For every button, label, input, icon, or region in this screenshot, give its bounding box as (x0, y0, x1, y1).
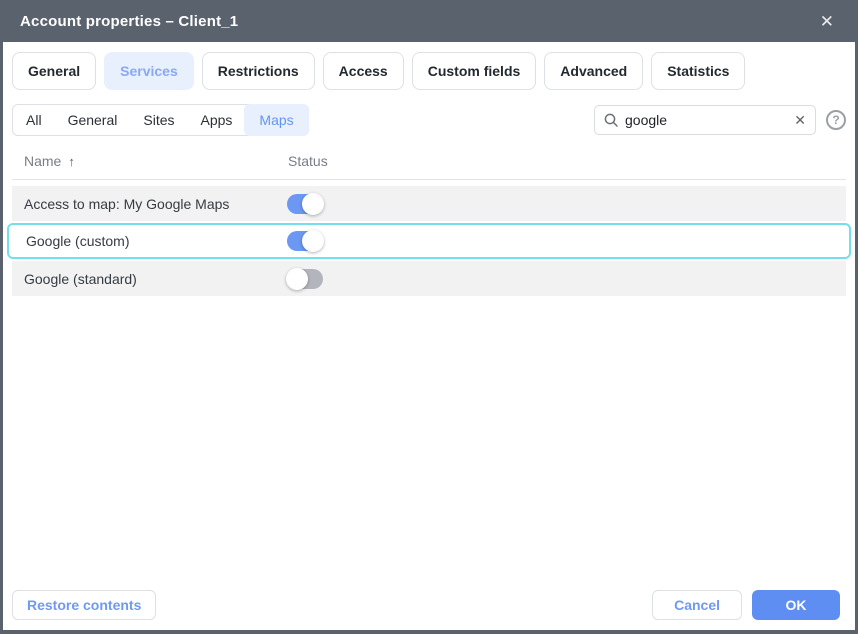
close-icon[interactable]: ✕ (816, 11, 838, 32)
filter-tab-sites[interactable]: Sites (130, 105, 187, 135)
service-name: Access to map: My Google Maps (24, 195, 230, 212)
dialog-body: General Services Restrictions Access Cus… (3, 42, 855, 630)
search-input[interactable] (625, 112, 788, 128)
cancel-button[interactable]: Cancel (652, 590, 742, 620)
toggle-knob (302, 230, 324, 252)
tab-general[interactable]: General (12, 52, 97, 90)
table-header: Name ↑ Status (12, 149, 846, 179)
table-row[interactable]: Access to map: My Google Maps (12, 186, 846, 221)
account-properties-dialog: Account properties – Client_1 ✕ General … (0, 0, 858, 634)
dialog-title: Account properties – Client_1 (20, 12, 239, 30)
services-list: Access to map: My Google Maps Google (cu… (7, 186, 851, 296)
toggle-switch[interactable] (287, 192, 324, 215)
help-icon[interactable]: ? (826, 110, 846, 130)
search-box[interactable]: ✕ (594, 105, 816, 135)
service-name: Google (standard) (24, 270, 137, 287)
table-row[interactable]: Google (custom) (7, 223, 851, 259)
tab-restrictions[interactable]: Restrictions (201, 52, 315, 90)
tab-services[interactable]: Services (104, 52, 194, 90)
filter-tab-maps[interactable]: Maps (244, 104, 309, 136)
service-name: Google (custom) (26, 233, 130, 249)
header-divider (12, 179, 846, 180)
toggle-knob (286, 267, 308, 290)
tab-custom-fields[interactable]: Custom fields (411, 52, 537, 90)
filter-tabs: All General Sites Apps Maps (12, 104, 309, 136)
filter-tab-apps[interactable]: Apps (188, 105, 246, 135)
toggle-knob (302, 192, 324, 215)
filter-tab-all[interactable]: All (13, 105, 55, 135)
filter-tab-general[interactable]: General (55, 105, 131, 135)
services-toolbar: All General Sites Apps Maps ✕ ? (12, 104, 846, 136)
main-tabs: General Services Restrictions Access Cus… (12, 52, 846, 90)
dialog-titlebar: Account properties – Client_1 ✕ (0, 0, 858, 42)
tab-statistics[interactable]: Statistics (651, 52, 746, 90)
column-header-status: Status (288, 153, 328, 169)
ok-button[interactable]: OK (752, 590, 840, 620)
tab-advanced[interactable]: Advanced (544, 52, 644, 90)
search-icon (604, 113, 618, 127)
sort-ascending-icon: ↑ (68, 153, 75, 169)
clear-search-icon[interactable]: ✕ (794, 113, 806, 127)
name-column-label: Name (24, 153, 62, 169)
column-header-name[interactable]: Name ↑ (24, 153, 75, 169)
table-row[interactable]: Google (standard) (12, 261, 846, 296)
restore-contents-button[interactable]: Restore contents (12, 590, 157, 620)
dialog-footer: Restore contents Cancel OK (12, 590, 840, 620)
tab-access[interactable]: Access (322, 52, 404, 90)
toggle-switch[interactable] (287, 230, 324, 252)
toggle-switch[interactable] (286, 267, 323, 290)
